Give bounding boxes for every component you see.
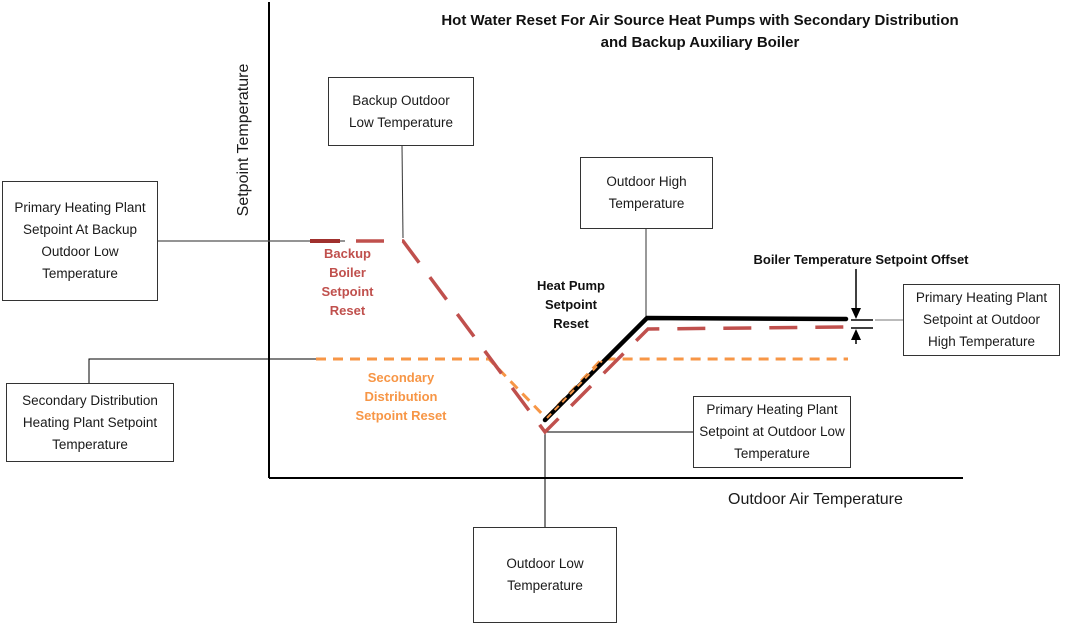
leader-secondary	[88, 358, 318, 383]
leader-backup-outdoor-low	[401, 144, 404, 239]
offset-arrow-up-head	[851, 329, 861, 340]
diagram-title: Hot Water Reset For Air Source Heat Pump…	[441, 12, 959, 51]
label-boiler-offset: Boiler Temperature Setpoint Offset	[753, 252, 969, 267]
x-axis-label: Outdoor Air Temperature	[728, 491, 903, 508]
box-primary-at-outdoor-high: Primary Heating Plant Setpoint at Outdoo…	[903, 284, 1060, 356]
label-secondary-reset: Secondary Distribution Setpoint Reset	[355, 370, 447, 423]
label-backup-boiler-reset: Backup Boiler Setpoint Reset	[321, 246, 374, 318]
leader-outdoor-low	[544, 431, 694, 527]
box-outdoor-low: Outdoor Low Temperature	[473, 527, 617, 623]
box-secondary-distribution-setpoint: Secondary Distribution Heating Plant Set…	[6, 383, 174, 462]
box-backup-outdoor-low: Backup Outdoor Low Temperature	[328, 77, 474, 146]
offset-arrow-down-head	[851, 308, 861, 319]
y-axis-label: Setpoint Temperature	[235, 63, 252, 217]
box-primary-at-outdoor-low: Primary Heating Plant Setpoint at Outdoo…	[693, 396, 851, 468]
label-heat-pump-reset: Heat Pump Setpoint Reset	[537, 278, 605, 331]
box-outdoor-high: Outdoor High Temperature	[580, 157, 713, 229]
box-primary-at-backup-low: Primary Heating Plant Setpoint At Backup…	[2, 181, 158, 301]
